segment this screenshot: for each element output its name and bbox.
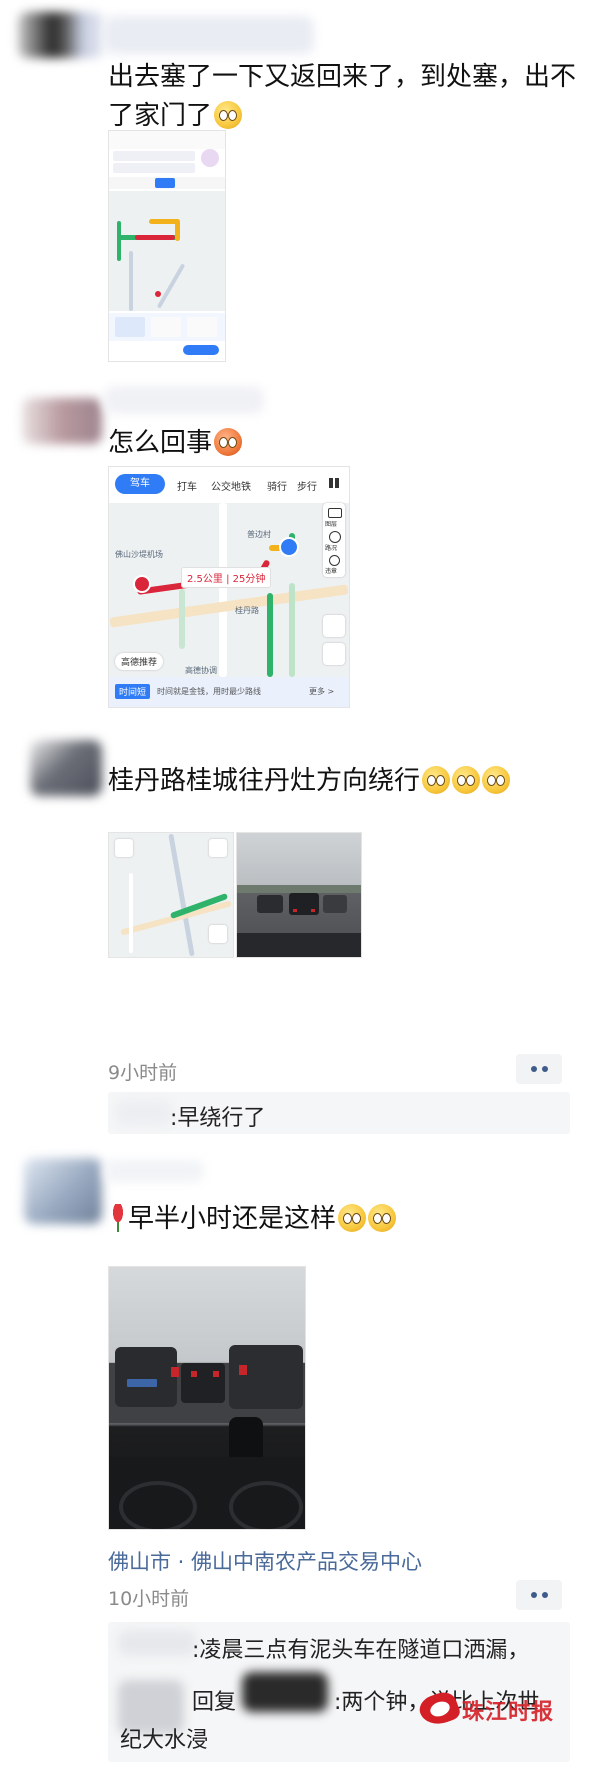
locate-icon[interactable] xyxy=(323,643,345,665)
post-text: 早半小时还是这样 xyxy=(108,1200,397,1239)
refresh-icon[interactable] xyxy=(209,925,227,943)
post-time: 10小时前 xyxy=(108,1588,190,1610)
watermark-text: 珠江时报 xyxy=(462,1700,555,1725)
footer-text: 时间就是金钱，用时最少路线 xyxy=(157,687,261,696)
watermark-logo xyxy=(416,1688,462,1730)
post-image[interactable] xyxy=(108,130,226,362)
map-view[interactable]: 2.5公里 | 25分钟 普边村 佛山沙堤机场 桂丹路 高德推荐 高德协调 图层… xyxy=(109,503,349,677)
side-label: 违章 xyxy=(325,568,338,575)
comment-text[interactable]: 纪大水浸 xyxy=(120,1722,208,1754)
tab-bike[interactable]: 骑行 xyxy=(267,478,287,493)
username[interactable] xyxy=(104,386,264,414)
grimace-emoji-icon xyxy=(214,101,243,129)
tulip-emoji-icon xyxy=(108,1204,128,1232)
shocked-emoji-icon xyxy=(452,766,481,794)
recommend-chip[interactable]: 高德推荐 xyxy=(115,653,164,670)
post-photo[interactable] xyxy=(236,832,362,958)
post-time: 9小时前 xyxy=(108,1062,178,1084)
post-image[interactable]: 驾车 打车 公交地铁 骑行 步行 2.5公里 | 25分钟 普边村 佛山沙堤机场… xyxy=(108,466,350,708)
footer-tag: 时间短 xyxy=(115,684,151,699)
refresh-icon[interactable] xyxy=(323,615,345,637)
place-label: 桂丹路 xyxy=(235,606,259,615)
more-button[interactable] xyxy=(516,1054,562,1084)
avatar[interactable] xyxy=(22,398,102,444)
comment-box: :早绕行了 xyxy=(108,1092,570,1134)
commenter-name[interactable] xyxy=(116,1100,172,1126)
comment-text[interactable]: :凌晨三点有泥头车在隧道口洒漏， xyxy=(192,1632,529,1664)
search-icon[interactable] xyxy=(329,555,340,566)
shocked-emoji-icon xyxy=(422,766,451,794)
reply-target-name[interactable] xyxy=(242,1672,328,1712)
tab-taxi[interactable]: 打车 xyxy=(177,478,197,493)
traffic-icon[interactable] xyxy=(329,531,341,543)
username[interactable] xyxy=(104,1160,204,1182)
post-text: 出去塞了一下又返回来了，到处塞，出不了家门了 xyxy=(108,62,577,131)
place-label: 高德协调 xyxy=(185,666,217,675)
dot-icon xyxy=(530,1592,537,1598)
comment-box: :凌晨三点有泥头车在隧道口洒漏， 回复 :两个钟，说比上次世 纪大水浸 xyxy=(108,1622,570,1762)
side-label: 路况 xyxy=(325,545,338,552)
volume-icon[interactable] xyxy=(209,839,227,857)
location-link[interactable]: 佛山市 · 佛山中南农产品交易中心 xyxy=(108,1546,422,1576)
dot-icon xyxy=(541,1066,548,1072)
commenter-name[interactable] xyxy=(118,1630,196,1656)
post-image[interactable] xyxy=(108,832,234,958)
post-text: 怎么回事 xyxy=(108,424,243,463)
grimace-emoji-icon xyxy=(338,1204,367,1232)
angry-emoji-icon xyxy=(214,428,243,456)
post-text: 桂丹路桂城往丹灶方向绕行 xyxy=(108,762,511,801)
tab-walk[interactable]: 步行 xyxy=(297,478,317,493)
search-icon[interactable] xyxy=(115,839,133,857)
reply-label: 回复 xyxy=(192,1690,237,1715)
tab-drive[interactable]: 驾车 xyxy=(115,474,165,494)
grimace-emoji-icon xyxy=(368,1204,397,1232)
tab-transit[interactable]: 公交地铁 xyxy=(211,478,251,493)
route-label: 2.5公里 | 25分钟 xyxy=(181,567,272,588)
avatar[interactable] xyxy=(18,12,104,58)
avatar[interactable] xyxy=(30,740,102,796)
grid-icon[interactable] xyxy=(329,478,339,488)
dot-icon xyxy=(541,1592,548,1598)
footer-more-link[interactable]: 更多 > xyxy=(309,686,334,697)
side-label: 图层 xyxy=(325,521,338,528)
place-label: 普边村 xyxy=(247,530,271,539)
post-photo[interactable] xyxy=(108,1266,306,1530)
destination-marker-icon xyxy=(279,537,299,557)
origin-marker-icon xyxy=(133,575,151,593)
comment-text[interactable]: :早绕行了 xyxy=(170,1100,265,1132)
more-button[interactable] xyxy=(516,1580,562,1610)
place-label: 佛山沙堤机场 xyxy=(115,550,163,559)
shocked-emoji-icon xyxy=(482,766,511,794)
layers-icon[interactable] xyxy=(328,508,342,518)
avatar[interactable] xyxy=(24,1158,102,1224)
dot-icon xyxy=(530,1066,537,1072)
username[interactable] xyxy=(104,16,314,54)
